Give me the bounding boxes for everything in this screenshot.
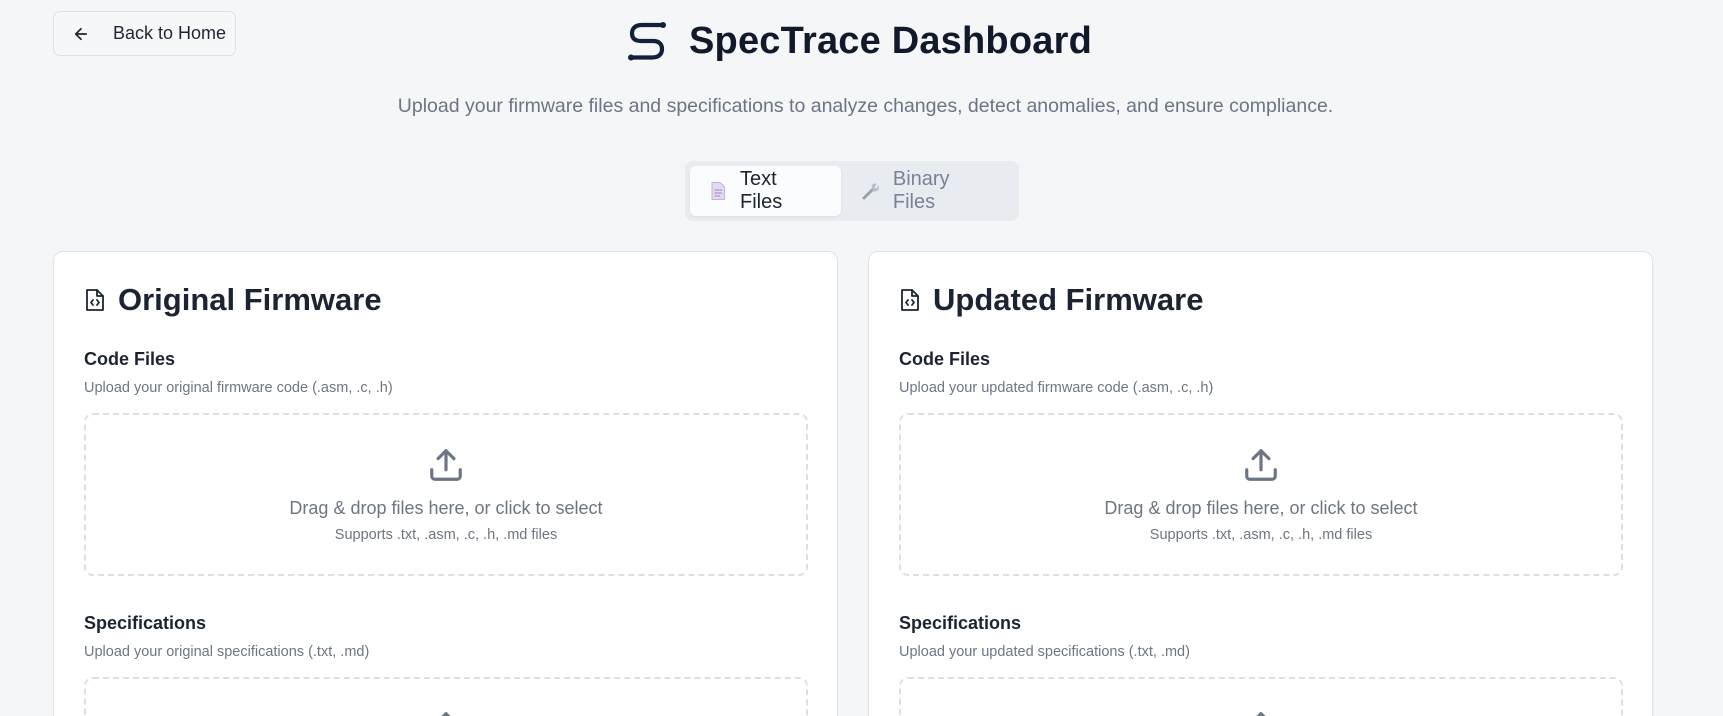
updated-specs-dropzone[interactable] [899,677,1623,716]
original-specifications-label: Specifications [84,613,207,633]
updated-code-dropzone[interactable]: Drag & drop files here, or click to sele… [899,413,1623,576]
updated-firmware-card: Updated Firmware Code Files Upload your … [868,251,1653,716]
document-icon [708,181,728,201]
upload-icon [427,446,465,484]
tab-text-files[interactable]: Text Files [690,166,841,216]
original-code-files-description: Upload your original firmware code (.asm… [84,380,393,396]
original-code-dropzone[interactable]: Drag & drop files here, or click to sele… [84,413,808,576]
dropzone-instruction: Drag & drop files here, or click to sele… [1104,498,1418,518]
updated-code-files-description: Upload your updated firmware code (.asm,… [899,380,1214,396]
page-title: SpecTrace Dashboard [689,19,1092,62]
file-code-icon [899,288,921,312]
page-subtitle: Upload your firmware files and specifica… [397,95,1334,117]
dropzone-supported-types: Supports .txt, .asm, .c, .h, .md files [1149,527,1373,543]
updated-firmware-title: Updated Firmware [933,282,1204,317]
updated-code-files-label: Code Files [899,349,991,369]
upload-icon [1242,446,1280,484]
updated-specifications-description: Upload your updated specifications (.txt… [899,644,1190,660]
wrench-icon [861,181,881,201]
tab-binary-files[interactable]: Binary Files [841,166,1014,216]
file-type-tabs: Text Files Binary Files [685,161,1019,221]
original-firmware-title: Original Firmware [118,282,382,317]
dropzone-supported-types: Supports .txt, .asm, .c, .h, .md files [334,527,558,543]
tab-binary-files-label: Binary Files [892,168,950,213]
upload-icon [427,709,465,716]
spectrace-logo-icon [625,18,669,64]
original-specs-dropzone[interactable] [84,677,808,716]
dropzone-instruction: Drag & drop files here, or click to sele… [289,498,603,518]
original-specifications-description: Upload your original specifications (.tx… [84,644,370,660]
tab-text-files-label: Text Files [740,168,783,213]
file-code-icon [84,288,106,312]
dashboard-page: Back to Home SpecTrace Dashboard Upload … [0,0,1723,716]
updated-specifications-label: Specifications [899,613,1022,633]
original-firmware-card: Original Firmware Code Files Upload your… [53,251,838,716]
page-header: SpecTrace Dashboard [0,18,1723,64]
original-code-files-label: Code Files [84,349,176,369]
upload-icon [1242,709,1280,716]
